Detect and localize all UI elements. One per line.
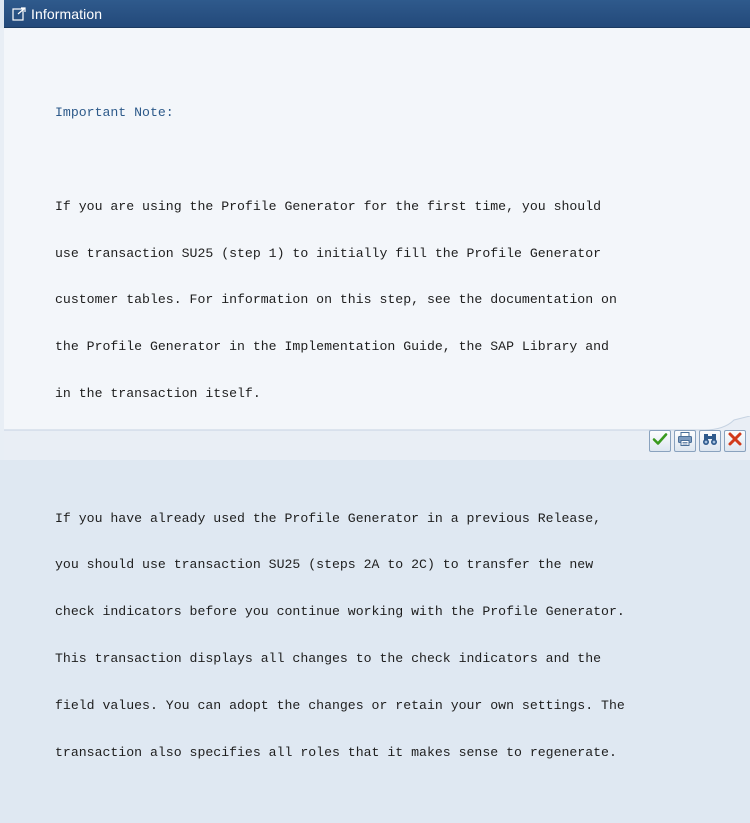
checkmark-icon [652,431,668,452]
text-line: use transaction SU25 (step 1) to initial… [55,245,602,261]
printer-icon [677,431,693,452]
text-line: you should use transaction SU25 (steps 2… [55,557,594,573]
text-line: field values. You can adopt the changes … [55,697,625,713]
text-line: If you are using the Profile Generator f… [55,198,602,214]
title-bar[interactable]: Information [4,0,750,28]
text-line: customer tables. For information on this… [55,292,617,308]
binoculars-icon [702,431,718,452]
information-dialog: Information Important Note: If you are u… [4,0,750,760]
text-line: transaction also specifies all roles tha… [55,744,617,760]
print-button[interactable] [674,430,696,452]
dialog-title: Information [31,5,103,22]
find-button[interactable] [699,430,721,452]
footer-toolbar [649,430,746,452]
message-heading: Important Note: [55,105,174,121]
text-line: This transaction displays all changes to… [55,650,602,666]
text-line: check indicators before you continue wor… [55,604,625,620]
message-area: Important Note: If you are using the Pro… [4,28,750,760]
footer-divider [4,416,750,460]
paragraph-2: If you have already used the Profile Gen… [55,479,745,791]
text-line: If you have already used the Profile Gen… [55,510,602,526]
continue-button[interactable] [649,430,671,452]
dialog-footer [4,416,750,460]
paragraph-1: If you are using the Profile Generator f… [55,168,745,433]
text-line: in the transaction itself. [55,385,261,401]
close-icon [727,431,743,452]
external-window-icon [11,6,27,22]
text-line: the Profile Generator in the Implementat… [55,339,609,355]
cancel-button[interactable] [724,430,746,452]
